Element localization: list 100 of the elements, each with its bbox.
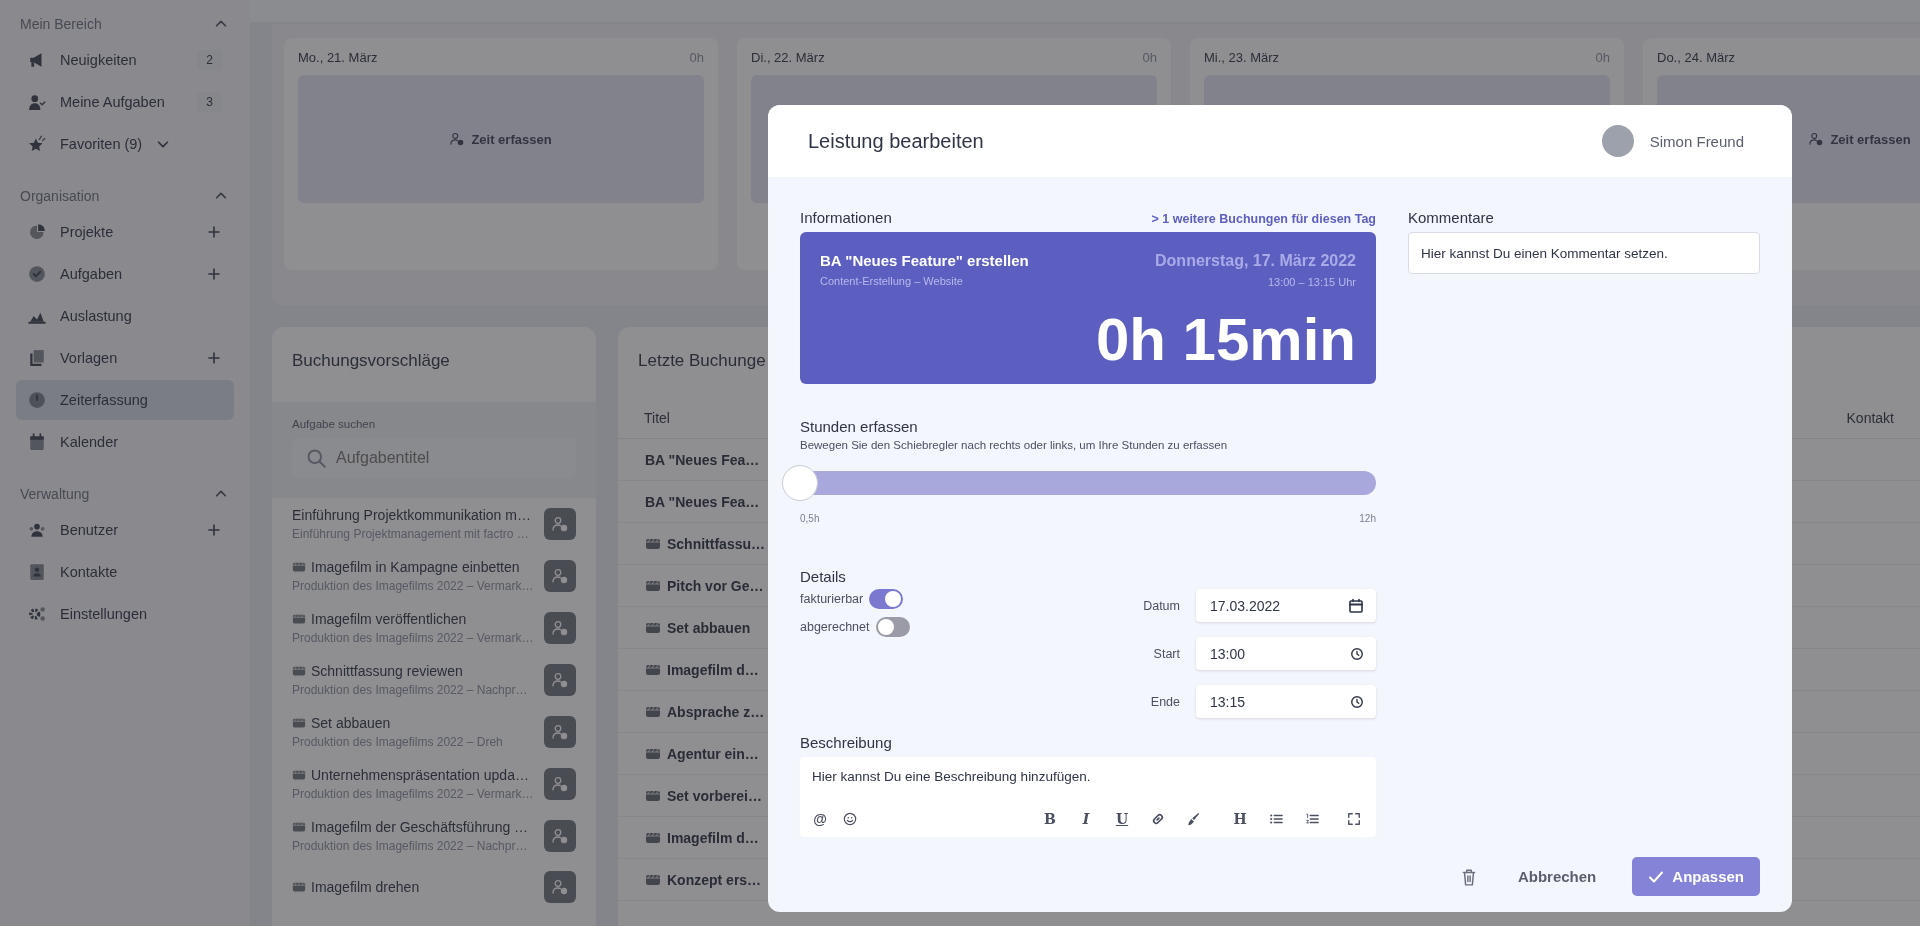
booking-title: Konzept ers… bbox=[667, 871, 762, 888]
day-label: Mo., 21. März bbox=[298, 50, 378, 65]
add-icon[interactable] bbox=[206, 266, 222, 282]
bold-button[interactable]: B bbox=[1042, 809, 1058, 829]
section-title: Verwaltung bbox=[20, 486, 90, 502]
toggle-switch[interactable] bbox=[869, 589, 904, 609]
nav-item[interactable]: Auslastung bbox=[16, 296, 234, 336]
star-icon bbox=[28, 135, 46, 153]
time-input[interactable]: 13:15 bbox=[1210, 693, 1350, 710]
confirm-button[interactable]: Anpassen bbox=[1632, 857, 1760, 896]
slider-hint: Bewegen Sie den Schiebregler nach rechts oder links, um Ihre Stunden zu erfassen bbox=[800, 439, 1229, 451]
calendar-icon[interactable] bbox=[1348, 597, 1364, 614]
clock-icon[interactable] bbox=[1350, 694, 1364, 709]
task-title: Set abbauen bbox=[311, 715, 391, 731]
add-time-button[interactable]: Zeit erfassen bbox=[444, 127, 558, 151]
user-clock-icon bbox=[552, 879, 568, 895]
nav-item[interactable]: Vorlagen bbox=[16, 338, 234, 378]
booking-title: BA "Neues Fea… bbox=[645, 493, 760, 510]
task-symbol-icon bbox=[292, 612, 306, 626]
time-field[interactable]: 13:00 bbox=[1196, 637, 1376, 670]
book-time-button[interactable] bbox=[544, 820, 576, 852]
task-symbol-icon bbox=[292, 768, 306, 782]
field-label: Datum bbox=[1143, 598, 1180, 613]
cancel-button[interactable]: Abbrechen bbox=[1513, 860, 1601, 893]
user-icon bbox=[28, 93, 46, 111]
nav-item[interactable]: Benutzer bbox=[16, 510, 234, 550]
hours-slider[interactable] bbox=[782, 465, 1376, 501]
nav-item[interactable]: Kalender bbox=[16, 422, 234, 462]
search-input[interactable]: Aufgabentitel bbox=[336, 449, 562, 467]
task-symbol-icon bbox=[292, 716, 306, 730]
add-time-button[interactable]: Zeit erfassen bbox=[1803, 127, 1917, 151]
more-bookings-link[interactable]: > 1 weitere Buchungen für diesen Tag bbox=[1151, 212, 1376, 226]
add-icon[interactable] bbox=[206, 224, 222, 240]
booking-time: 13:00 – 13:15 Uhr bbox=[1266, 276, 1356, 288]
nav-item[interactable]: Aufgaben bbox=[16, 254, 234, 294]
user-clock-icon bbox=[552, 568, 568, 584]
underline-button[interactable]: U bbox=[1114, 809, 1130, 829]
task-title: Imagefilm veröffentlichen bbox=[311, 611, 467, 627]
clock-icon[interactable] bbox=[1350, 646, 1364, 661]
book-time-button[interactable] bbox=[544, 768, 576, 800]
book-time-button[interactable] bbox=[544, 716, 576, 748]
add-icon[interactable] bbox=[206, 350, 222, 366]
mention-button[interactable]: @ bbox=[812, 809, 828, 829]
booking-title: Pitch vor Ge… bbox=[667, 577, 764, 594]
count-badge: 3 bbox=[197, 92, 222, 112]
user-name: Simon Freund bbox=[1649, 132, 1744, 150]
task-symbol-icon bbox=[292, 560, 306, 574]
task-project: Produktion des Imagefilms 2022 – Dreh bbox=[292, 735, 504, 749]
task-symbol-icon bbox=[292, 880, 306, 894]
nav-item[interactable]: Neuigkeiten 2 bbox=[16, 40, 234, 80]
book-time-button[interactable] bbox=[544, 612, 576, 644]
hours-label: 0h bbox=[1595, 50, 1610, 65]
booking-title: Schnittfassu… bbox=[667, 535, 765, 552]
heading-button[interactable]: H bbox=[1232, 809, 1248, 829]
book-time-button[interactable] bbox=[544, 508, 576, 540]
date-field[interactable]: 17.03.2022 bbox=[1196, 589, 1376, 622]
field-label: Ende bbox=[1150, 694, 1180, 709]
field-label: Start bbox=[1153, 646, 1180, 661]
booking-title: Set abbauen bbox=[667, 619, 751, 636]
nav-item[interactable]: Einstellungen bbox=[16, 594, 234, 634]
panel-title: Buchungsvorschläge bbox=[292, 351, 450, 371]
date-input[interactable]: 17.03.2022 bbox=[1210, 597, 1348, 614]
task-title: Schnittfassung reviewen bbox=[311, 663, 463, 679]
brush-icon bbox=[1187, 812, 1201, 826]
task-name: BA "Neues Feature" erstellen bbox=[820, 252, 1029, 269]
task-symbol-icon bbox=[292, 820, 306, 834]
column-header: Kontakt bbox=[1846, 410, 1894, 426]
user-clock-icon bbox=[552, 516, 568, 532]
task-project: Produktion des Imagefilms 2022 – Nachpr… bbox=[292, 839, 529, 853]
section-label: Kommentare bbox=[1408, 209, 1495, 226]
comment-field[interactable]: Hier kannst Du einen Kommentar setzen. bbox=[1408, 232, 1760, 274]
hours-label: 0h bbox=[1142, 50, 1157, 65]
toggle-switch[interactable] bbox=[875, 617, 910, 637]
nav-item[interactable]: Meine Aufgaben 3 bbox=[16, 82, 234, 122]
bullet-list-icon bbox=[1269, 812, 1283, 826]
link-icon bbox=[1151, 812, 1165, 826]
nav-item[interactable]: Projekte bbox=[16, 212, 234, 252]
book-time-button[interactable] bbox=[544, 560, 576, 592]
description-editor[interactable]: Hier kannst Du eine Beschreibung hinzufügen. @ B I U H bbox=[800, 757, 1376, 837]
nav-item[interactable]: Kontakte bbox=[16, 552, 234, 592]
task-symbol-icon bbox=[292, 664, 306, 678]
slider-max-label: 12h bbox=[1359, 513, 1376, 524]
day-label: Di., 22. März bbox=[751, 50, 825, 65]
time-field[interactable]: 13:15 bbox=[1196, 685, 1376, 718]
task-project: Produktion des Imagefilms 2022 – Nachpr… bbox=[292, 683, 529, 697]
nav-item[interactable]: Zeiterfassung bbox=[16, 380, 234, 420]
nav-item[interactable]: Favoriten (9) bbox=[16, 124, 234, 164]
add-icon[interactable] bbox=[206, 522, 222, 538]
toggle-label: abgerechnet bbox=[800, 620, 870, 634]
task-title: Imagefilm der Geschäftsführung … bbox=[311, 819, 529, 835]
book-time-button[interactable] bbox=[544, 664, 576, 696]
time-input[interactable]: 13:00 bbox=[1210, 645, 1350, 662]
dialog-title: Leistung bearbeiten bbox=[808, 129, 984, 153]
slider-thumb[interactable] bbox=[782, 465, 818, 501]
slider-min-label: 0,5h bbox=[800, 513, 820, 524]
italic-button[interactable]: I bbox=[1078, 809, 1094, 829]
book-time-button[interactable] bbox=[544, 871, 576, 903]
day-label: Do., 24. März bbox=[1657, 50, 1736, 65]
user-clock-icon bbox=[552, 620, 568, 636]
search-icon bbox=[306, 448, 326, 468]
